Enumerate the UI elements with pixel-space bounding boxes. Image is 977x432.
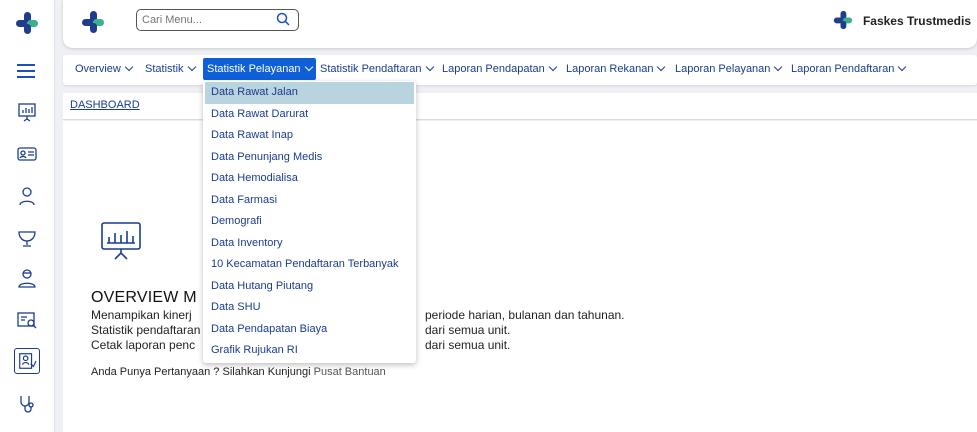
- dropdown-item-rawat-jalan[interactable]: Data Rawat Jalan: [205, 82, 414, 104]
- nav-statistik-pendaftaran[interactable]: Statistik Pendaftaran: [320, 62, 434, 75]
- id-card-icon[interactable]: [14, 141, 40, 167]
- menu-icon[interactable]: [14, 58, 40, 84]
- doctor-icon[interactable]: [14, 265, 40, 291]
- statistik-pelayanan-dropdown: Data Rawat Jalan Data Rawat Darurat Data…: [203, 81, 416, 363]
- chevron-down-icon: [657, 62, 666, 72]
- dropdown-item-pendapatan-biaya[interactable]: Data Pendapatan Biaya: [203, 319, 416, 341]
- dropdown-item-inventory[interactable]: Data Inventory: [203, 233, 416, 255]
- dropdown-item-kecamatan[interactable]: 10 Kecamatan Pendaftaran Terbanyak: [203, 254, 416, 276]
- brand-name: Faskes Trustmedis: [862, 14, 971, 28]
- overview-panel: OVERVIEW M Menampikan kinerj Statistik p…: [63, 121, 977, 432]
- help-text-label: Anda Punya Pertanyaan ? Silahkan Kunjung…: [91, 366, 311, 378]
- chevron-down-icon: [774, 62, 783, 72]
- dropdown-item-farmasi[interactable]: Data Farmasi: [203, 190, 416, 212]
- nav-overview[interactable]: Overview: [75, 62, 134, 75]
- breadcrumb-bar: DASHBOARD: [63, 93, 977, 120]
- top-bar: Faskes Trustmedis: [63, 0, 977, 48]
- chevron-down-icon: [304, 62, 313, 72]
- overview-line-3: Cetak laporan penc: [91, 338, 196, 352]
- chevron-down-icon: [124, 62, 134, 72]
- search-input[interactable]: [136, 9, 299, 31]
- breadcrumb[interactable]: DASHBOARD: [70, 99, 140, 111]
- dashboard-user-icon[interactable]: [14, 348, 40, 374]
- dropdown-item-rawat-inap[interactable]: Data Rawat Inap: [203, 125, 416, 147]
- dropdown-item-rawat-darurat[interactable]: Data Rawat Darurat: [203, 104, 416, 126]
- dropdown-item-hemodialisa[interactable]: Data Hemodialisa: [203, 168, 416, 190]
- report-search-icon[interactable]: [14, 307, 40, 333]
- chart-board-icon: [99, 219, 143, 266]
- user-icon[interactable]: [14, 183, 40, 209]
- nav-laporan-pendapatan[interactable]: Laporan Pendapatan: [442, 62, 558, 75]
- overview-line-1-tail: periode harian, bulanan dan tahunan.: [425, 308, 625, 322]
- chevron-down-icon: [425, 62, 434, 72]
- sidebar: [0, 0, 55, 432]
- help-text: Anda Punya Pertanyaan ? Silahkan Kunjung…: [91, 366, 386, 378]
- overview-line-2-tail: dari semua unit.: [425, 323, 511, 337]
- dropdown-item-demografi[interactable]: Demografi: [203, 211, 416, 233]
- main-area: Faskes Trustmedis Overview Statistik Sta…: [55, 0, 977, 432]
- brand-logo-icon: [833, 10, 853, 35]
- stethoscope-icon[interactable]: [14, 391, 40, 417]
- help-link[interactable]: Pusat Bantuan: [314, 366, 386, 378]
- overview-line-1: Menampikan kinerj: [91, 308, 192, 322]
- chevron-down-icon: [548, 62, 558, 72]
- dropdown-item-penunjang-medis[interactable]: Data Penunjang Medis: [203, 147, 416, 169]
- header-logo-icon[interactable]: [81, 10, 105, 39]
- chevron-down-icon: [898, 62, 907, 72]
- chevron-down-icon: [187, 62, 196, 72]
- chart-board-icon[interactable]: [14, 99, 40, 125]
- dropdown-item-shu[interactable]: Data SHU: [203, 297, 416, 319]
- search-icon[interactable]: [276, 12, 290, 31]
- nav-bar: Overview Statistik Statistik Pelayanan S…: [63, 55, 977, 85]
- overview-line-3-tail: dari semua unit.: [425, 338, 511, 352]
- nav-statistik-pelayanan[interactable]: Statistik Pelayanan: [203, 58, 316, 80]
- nav-laporan-rekanan[interactable]: Laporan Rekanan: [566, 62, 666, 75]
- nav-laporan-pelayanan[interactable]: Laporan Pelayanan: [675, 62, 783, 75]
- pharmacy-icon[interactable]: [14, 224, 40, 250]
- nav-statistik[interactable]: Statistik: [145, 62, 196, 75]
- overview-title: OVERVIEW M: [91, 289, 197, 306]
- app-logo-icon[interactable]: [14, 10, 40, 36]
- nav-laporan-pendaftaran[interactable]: Laporan Pendaftaran: [791, 62, 907, 75]
- dropdown-item-hutang-piutang[interactable]: Data Hutang Piutang: [203, 276, 416, 298]
- dropdown-item-rujukan-ri[interactable]: Grafik Rujukan RI: [203, 340, 416, 362]
- overview-line-2: Statistik pendaftaran: [91, 323, 201, 337]
